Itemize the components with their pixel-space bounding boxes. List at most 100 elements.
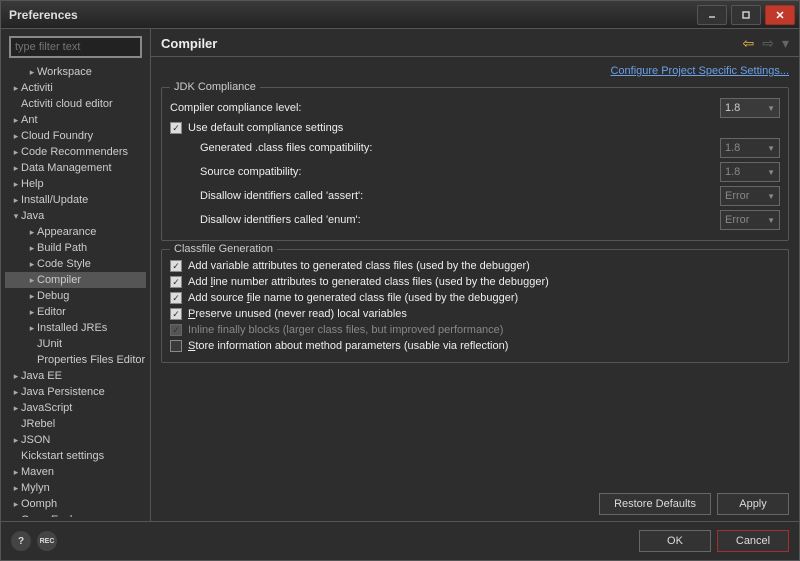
- tree-item-label: JUnit: [37, 338, 62, 350]
- tree-item-label: Maven: [21, 466, 54, 478]
- add-source-file-checkbox[interactable]: ✓: [170, 292, 182, 304]
- tree-item-label: Activiti: [21, 82, 53, 94]
- jdk-compliance-group: JDK Compliance Compiler compliance level…: [161, 87, 789, 241]
- tree-item-label: Java Persistence: [21, 386, 105, 398]
- tree-item[interactable]: Mylyn: [5, 480, 146, 496]
- tree-item[interactable]: Activiti: [5, 80, 146, 96]
- maximize-button[interactable]: [731, 5, 761, 25]
- caret-right-icon[interactable]: [11, 131, 21, 142]
- caret-right-icon[interactable]: [11, 499, 21, 510]
- tree-item[interactable]: Build Path: [5, 240, 146, 256]
- caret-right-icon[interactable]: [27, 291, 37, 302]
- preserve-unused-label: Preserve unused (never read) local varia…: [188, 308, 780, 320]
- caret-right-icon[interactable]: [11, 163, 21, 174]
- tree-item[interactable]: JavaScript: [5, 400, 146, 416]
- caret-right-icon[interactable]: [27, 323, 37, 334]
- project-settings-link[interactable]: Configure Project Specific Settings...: [610, 65, 789, 77]
- preferences-sidebar: Workspace Activiti Activiti cloud editorAn…: [1, 29, 151, 521]
- compliance-level-select[interactable]: 1.8▼: [720, 98, 780, 118]
- caret-right-icon[interactable]: [11, 179, 21, 190]
- caret-right-icon[interactable]: [11, 195, 21, 206]
- tree-item[interactable]: Appearance: [5, 224, 146, 240]
- tree-item[interactable]: Data Management: [5, 160, 146, 176]
- tree-item[interactable]: JUnit: [5, 336, 146, 352]
- caret-right-icon[interactable]: [11, 147, 21, 158]
- tree-item-label: Cloud Foundry: [21, 130, 93, 142]
- minimize-button[interactable]: [697, 5, 727, 25]
- add-var-attr-checkbox[interactable]: ✓: [170, 260, 182, 272]
- help-icon[interactable]: ?: [11, 531, 31, 551]
- tree-item[interactable]: Code Recommenders: [5, 144, 146, 160]
- tree-item[interactable]: Cloud Foundry: [5, 128, 146, 144]
- tree-item[interactable]: Maven: [5, 464, 146, 480]
- tree-item[interactable]: Compiler: [5, 272, 146, 288]
- tree-item-label: Editor: [37, 306, 66, 318]
- tree-item[interactable]: Install/Update: [5, 192, 146, 208]
- tree-item[interactable]: Installed JREs: [5, 320, 146, 336]
- caret-right-icon[interactable]: [27, 227, 37, 238]
- tree-item[interactable]: JRebel: [5, 416, 146, 432]
- tree-item-label: Open Explorer: [21, 514, 92, 517]
- tree-item-label: Oomph: [21, 498, 57, 510]
- content-panel: Compiler ⇦ ⇨ ▾ Configure Project Specifi…: [151, 29, 799, 521]
- cancel-button[interactable]: Cancel: [717, 530, 789, 552]
- use-default-checkbox[interactable]: ✓: [170, 122, 182, 134]
- menu-icon[interactable]: ▾: [782, 35, 789, 52]
- caret-right-icon[interactable]: [27, 307, 37, 318]
- gen-class-label: Generated .class files compatibility:: [170, 142, 714, 154]
- tree-item[interactable]: Kickstart settings: [5, 448, 146, 464]
- tree-item-label: Installed JREs: [37, 322, 107, 334]
- tree-item[interactable]: Code Style: [5, 256, 146, 272]
- caret-right-icon[interactable]: [27, 259, 37, 270]
- tree-item[interactable]: Editor: [5, 304, 146, 320]
- close-button[interactable]: [765, 5, 795, 25]
- preserve-unused-checkbox[interactable]: ✓: [170, 308, 182, 320]
- tree-item[interactable]: Java Persistence: [5, 384, 146, 400]
- source-compat-label: Source compatibility:: [170, 166, 714, 178]
- store-method-params-checkbox[interactable]: [170, 340, 182, 352]
- tree-item[interactable]: Help: [5, 176, 146, 192]
- caret-right-icon[interactable]: [11, 387, 21, 398]
- caret-down-icon[interactable]: [11, 211, 21, 222]
- window-titlebar: Preferences: [0, 0, 800, 28]
- tree-item[interactable]: Java EE: [5, 368, 146, 384]
- add-line-num-checkbox[interactable]: ✓: [170, 276, 182, 288]
- caret-right-icon[interactable]: [11, 403, 21, 414]
- tree-item[interactable]: Activiti cloud editor: [5, 96, 146, 112]
- back-icon[interactable]: ⇦: [743, 35, 755, 52]
- restore-defaults-button[interactable]: Restore Defaults: [599, 493, 711, 515]
- tree-item-label: Java EE: [21, 370, 62, 382]
- caret-right-icon[interactable]: [11, 115, 21, 126]
- tree-item[interactable]: JSON: [5, 432, 146, 448]
- tree-item[interactable]: Properties Files Editor: [5, 352, 146, 368]
- filter-input[interactable]: [9, 36, 142, 58]
- tree-item-label: Properties Files Editor: [37, 354, 145, 366]
- source-compat-select: 1.8▼: [720, 162, 780, 182]
- caret-right-icon[interactable]: [27, 275, 37, 286]
- tree-item-label: Install/Update: [21, 194, 88, 206]
- tree-item[interactable]: Oomph: [5, 496, 146, 512]
- tree-item[interactable]: Java: [5, 208, 146, 224]
- store-method-params-label: Store information about method parameter…: [188, 340, 780, 352]
- tree-item[interactable]: Ant: [5, 112, 146, 128]
- caret-right-icon[interactable]: [11, 483, 21, 494]
- caret-right-icon[interactable]: [27, 67, 37, 78]
- disallow-enum-select: Error▼: [720, 210, 780, 230]
- caret-right-icon[interactable]: [11, 467, 21, 478]
- caret-right-icon[interactable]: [27, 243, 37, 254]
- rec-icon[interactable]: REC: [37, 531, 57, 551]
- inline-finally-checkbox: ✓: [170, 324, 182, 336]
- caret-right-icon[interactable]: [11, 83, 21, 94]
- caret-right-icon[interactable]: [11, 435, 21, 446]
- forward-icon: ⇨: [762, 35, 774, 52]
- tree-item[interactable]: Open Explorer: [5, 512, 146, 517]
- tree-item-label: Kickstart settings: [21, 450, 104, 462]
- caret-right-icon[interactable]: [11, 371, 21, 382]
- preferences-tree[interactable]: Workspace Activiti Activiti cloud editorAn…: [5, 64, 146, 517]
- tree-item[interactable]: Workspace: [5, 64, 146, 80]
- tree-item-label: Code Style: [37, 258, 91, 270]
- caret-right-icon[interactable]: [11, 515, 21, 518]
- apply-button[interactable]: Apply: [717, 493, 789, 515]
- tree-item[interactable]: Debug: [5, 288, 146, 304]
- ok-button[interactable]: OK: [639, 530, 711, 552]
